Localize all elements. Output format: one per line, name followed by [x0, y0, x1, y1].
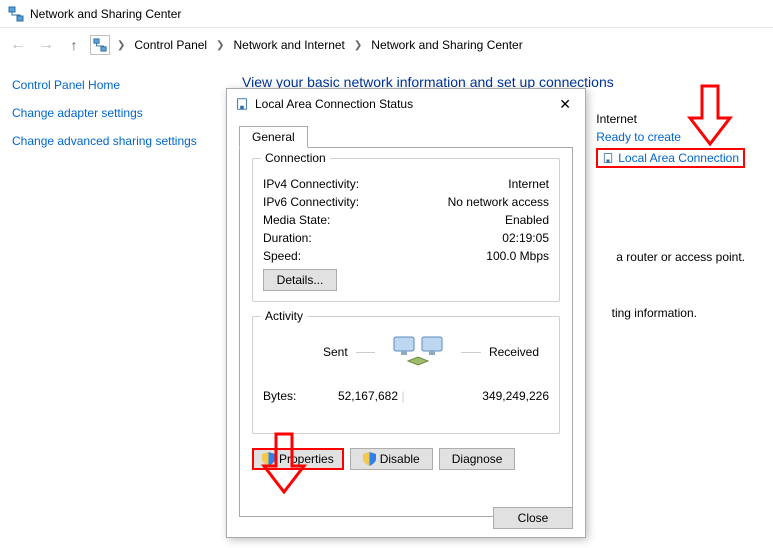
connection-group-title: Connection: [261, 151, 330, 165]
speed-label: Speed:: [263, 249, 301, 263]
up-button[interactable]: ↑: [62, 33, 86, 57]
ipv6-label: IPv6 Connectivity:: [263, 195, 359, 209]
sidebar-home[interactable]: Control Panel Home: [12, 78, 214, 92]
activity-group-title: Activity: [261, 309, 307, 323]
bytes-sent-value: 52,167,682: [308, 389, 398, 403]
close-icon[interactable]: ✕: [553, 92, 577, 117]
bytes-label: Bytes:: [263, 389, 308, 403]
details-button[interactable]: Details...: [263, 269, 337, 291]
close-button[interactable]: Close: [493, 507, 573, 529]
access-type-value: Internet: [596, 112, 637, 126]
window-titlebar: Network and Sharing Center: [0, 0, 773, 28]
media-state-label: Media State:: [263, 213, 330, 227]
nav-bar: ← → ↑ ❯ Control Panel ❯ Network and Inte…: [0, 28, 773, 62]
shield-icon: [363, 452, 376, 466]
sidebar-adapter-settings[interactable]: Change adapter settings: [12, 106, 214, 120]
chevron-right-icon[interactable]: ❯: [114, 40, 128, 51]
breadcrumb-network-internet[interactable]: Network and Internet: [232, 38, 347, 52]
ipv4-label: IPv4 Connectivity:: [263, 177, 359, 191]
bytes-received-value: 349,249,226: [408, 389, 549, 403]
dialog-titlebar[interactable]: Local Area Connection Status ✕: [227, 89, 585, 119]
duration-label: Duration:: [263, 231, 312, 245]
annotation-arrow-connection: [686, 84, 734, 146]
sent-label: Sent: [323, 345, 348, 359]
sidebar-advanced-sharing[interactable]: Change advanced sharing settings: [12, 134, 214, 148]
homegroup-link[interactable]: Ready to create: [596, 130, 681, 144]
chevron-right-icon[interactable]: ❯: [213, 40, 227, 51]
ethernet-icon: [602, 152, 614, 164]
duration-value: 02:19:05: [502, 231, 549, 245]
back-button[interactable]: ←: [6, 33, 30, 57]
activity-computers-icon: [392, 335, 444, 369]
speed-value: 100.0 Mbps: [486, 249, 549, 263]
annotation-arrow-properties: [260, 432, 308, 494]
breadcrumb-root-icon[interactable]: [90, 35, 110, 55]
activity-group: Activity Sent R: [252, 316, 560, 434]
disable-button[interactable]: Disable: [350, 448, 433, 470]
ipv4-value: Internet: [508, 177, 549, 191]
received-label: Received: [489, 345, 539, 359]
tab-general[interactable]: General: [239, 126, 308, 148]
sidebar: Control Panel Home Change adapter settin…: [0, 62, 226, 548]
ethernet-icon: [235, 97, 249, 111]
breadcrumb-control-panel[interactable]: Control Panel: [132, 38, 209, 52]
window-title: Network and Sharing Center: [30, 7, 181, 21]
dialog-title-text: Local Area Connection Status: [255, 97, 413, 111]
media-state-value: Enabled: [505, 213, 549, 227]
router-text-fragment: a router or access point.: [616, 250, 745, 264]
forward-button[interactable]: →: [34, 33, 58, 57]
connection-link[interactable]: Local Area Connection: [596, 148, 745, 168]
connection-group: Connection IPv4 Connectivity:Internet IP…: [252, 158, 560, 302]
diagnose-button[interactable]: Diagnose: [439, 448, 516, 470]
breadcrumb-network-sharing[interactable]: Network and Sharing Center: [369, 38, 524, 52]
troubleshoot-text-fragment: ting information.: [612, 306, 697, 320]
chevron-right-icon[interactable]: ❯: [351, 40, 365, 51]
ipv6-value: No network access: [448, 195, 549, 209]
network-icon: [8, 6, 24, 22]
